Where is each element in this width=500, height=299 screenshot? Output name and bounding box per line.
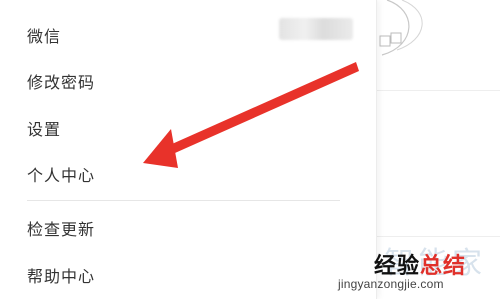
menu-item-profile[interactable]: 个人中心	[27, 162, 95, 186]
watermark-subtitle: jingyanzongjie.com	[338, 277, 444, 291]
watermark-title: 经验总结	[374, 253, 467, 278]
blurred-account-id	[279, 18, 353, 40]
menu-item-check-updates[interactable]: 检查更新	[27, 216, 95, 240]
watermark: 智能家 经验总结 jingyanzongjie.com	[322, 238, 500, 299]
menu-divider	[27, 200, 340, 201]
screenshot-stage: 微信 修改密码 设置 个人中心 检查更新 帮助中心 智能家 经验总结 jingy…	[0, 0, 500, 299]
menu-item-change-password[interactable]: 修改密码	[27, 69, 95, 93]
dropdown-menu: 微信 修改密码 设置 个人中心 检查更新 帮助中心	[0, 0, 377, 299]
menu-item-wechat[interactable]: 微信	[27, 23, 61, 47]
decorative-logo-icon	[379, 0, 423, 56]
menu-item-help-center[interactable]: 帮助中心	[27, 263, 95, 287]
background-divider	[377, 236, 500, 237]
menu-item-settings[interactable]: 设置	[27, 116, 61, 140]
background-divider	[377, 90, 500, 91]
